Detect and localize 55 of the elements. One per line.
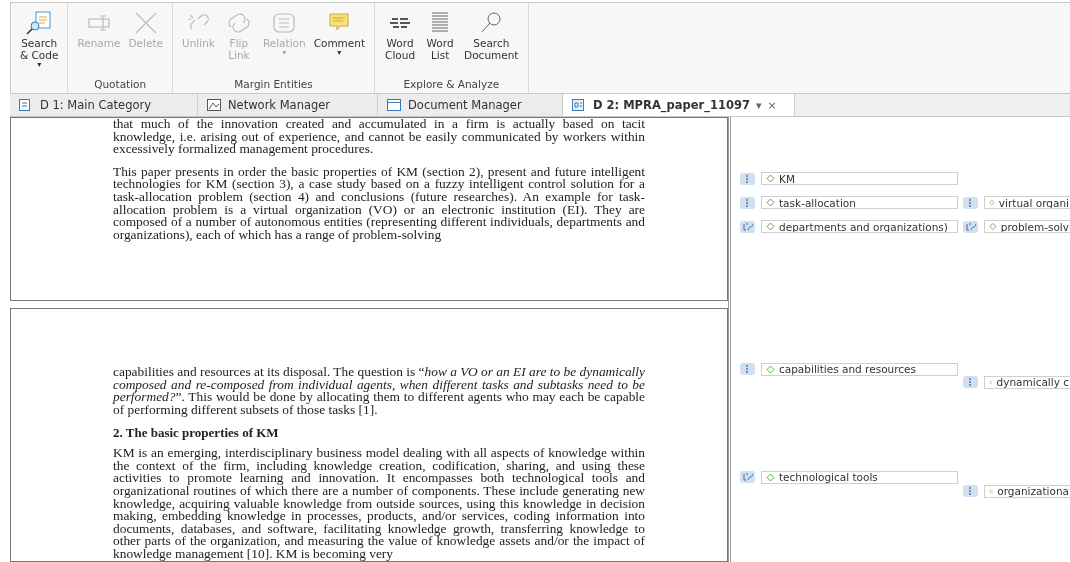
paragraph: capabilities and resources at its disposal. The question is “how a VO or an EI are to be dynamically composed and re-composed from individual agents, when different tasks and subtasks need to be performed?”. This would be done by allocating them to different agents who may each be capable of performing different subsets of those tasks [1]. [113,366,645,417]
code-diamond-icon [766,174,775,183]
code-tag[interactable]: problem-solv [984,220,1070,233]
code-diamond-icon [989,486,994,496]
quotation-badge-icon[interactable] [740,196,755,209]
link-badge-icon[interactable] [740,220,755,233]
network-tab-icon [206,98,222,112]
code-tag[interactable]: dynamically c [984,375,1070,389]
manager-tab-icon [386,98,402,112]
code-tag[interactable]: technological tools [761,470,958,484]
code-tag[interactable]: task-allocation [761,196,958,209]
caret-icon: ▾ [37,61,42,69]
caret-icon: ▾ [337,49,342,57]
close-icon[interactable]: × [767,98,777,112]
code-diamond-icon [989,198,995,207]
group-label: Margin Entities [233,77,314,92]
quotation-badge-icon[interactable] [963,196,978,209]
code-tag[interactable]: KM [761,172,958,185]
search-code-button[interactable]: Search & Code ▾ [17,7,62,75]
paragraph: KM is an emerging, interdisciplinary business model dealing with all aspects of knowledge within the context of the firm, including knowledge creation, codification, sharing, and using these activities to promote learning and innovation. It encompasses both technological tools and organizational routines of which there are a number of components. These include generating new knowledge, acquiring valuable knowledge from outside sources, using this knowledge in decision making, embedding knowledge in processes, products, and/or services, coding information into documents, databases, and software, facilitating knowledge growth, transferring knowledge to other parts of the organization, and measuring the value of knowledge assets and/or the impact of knowledge management [10]. KM is becoming very [113,447,645,561]
document-tab[interactable]: Network Manager [198,94,378,116]
code-tag[interactable]: capabilities and resources [761,362,958,376]
quotation-badge-icon[interactable] [963,376,978,389]
document-tab[interactable]: Document Manager [378,94,563,116]
quotation-badge-icon[interactable] [963,485,978,498]
code-tag[interactable]: departments and organizations) [761,220,958,233]
comment-button[interactable]: Comment ▾ [310,7,369,75]
quotation-badge-icon[interactable] [740,363,755,376]
tab-menu-icon[interactable]: ▾ [756,98,762,112]
caret-icon: ▾ [282,49,287,57]
code-tag[interactable]: organizationa [984,484,1070,498]
code-diamond-icon [766,198,775,207]
code-diamond-icon [766,222,775,231]
document-tab[interactable]: D 2: MPRA_paper_11097 ▾ × [563,94,795,116]
group-label: Quotation [93,77,148,92]
section-heading: 2. The basic properties of KM [113,426,280,440]
search-button[interactable]: Search Document [461,7,522,75]
pdf-tab-icon [571,98,587,112]
tab-label: Document Manager [408,98,522,112]
cloud-button[interactable]: Word Cloud [381,7,420,75]
list-button[interactable]: Word List [421,7,460,75]
paragraph: This paper presents in order the basic properties of KM (section 2), present and future intelligent technologies for KM (section 3), a case study based on a fuzzy intelligent control solution for a task-allocation problem (section 4) and conclusions (future researches). An example for task-allocation problem is a virtual organization (VO) or an electronic institution (EI). They are composed of a number of autonomous entities (representing different individuals, departments and organizations), each of which has a range of problem-solving [113,165,645,242]
paragraph: that much of the innovation created and accumulated in a firm is actually based on tacit knowledge, i.e. arising out of experience, and cannot be easily communicated by workers within excessively formalized management procedures. [113,118,645,156]
code-diamond-icon [766,364,775,374]
group-label: Explore & Analyze [402,77,501,92]
code-diamond-icon [989,222,997,231]
quotation-badge-icon[interactable] [740,172,755,185]
tab-label: D 2: MPRA_paper_11097 [593,98,750,112]
tab-label: D 1: Main Category [40,98,151,112]
code-tag[interactable]: virtual organi [984,196,1070,209]
code-diamond-icon [766,472,775,482]
link-badge-icon[interactable] [963,220,978,233]
document-tab[interactable]: D 1: Main Category [10,94,198,116]
tab-label: Network Manager [228,98,331,112]
link-badge-icon[interactable] [740,471,755,484]
